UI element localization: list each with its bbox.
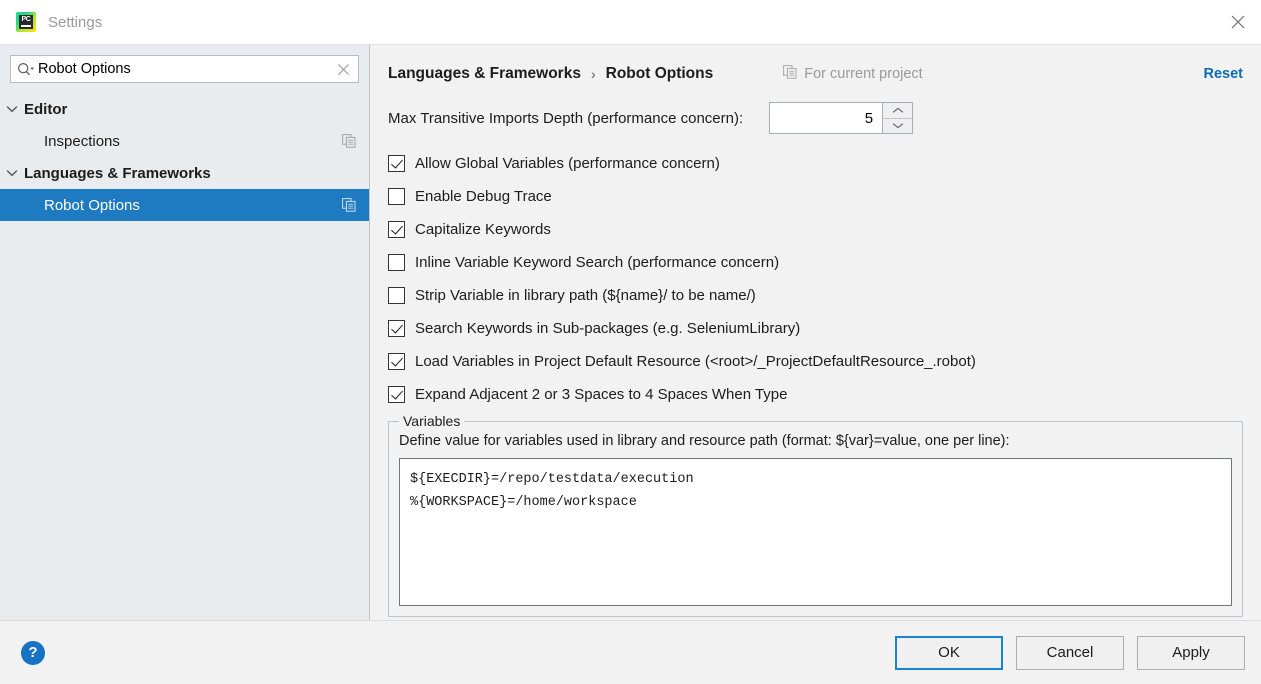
chevron-down-icon[interactable] <box>0 157 24 189</box>
sidebar-item-label: Inspections <box>44 132 120 150</box>
sidebar-item-label: Languages & Frameworks <box>24 164 211 182</box>
for-current-project: For current project <box>783 64 923 84</box>
checkbox-row-enable-debug-trace[interactable]: Enable Debug Trace <box>388 180 1243 213</box>
checkbox-label: Search Keywords in Sub-packages (e.g. Se… <box>415 320 801 337</box>
checkbox-row-inline-variable-keyword-search[interactable]: Inline Variable Keyword Search (performa… <box>388 246 1243 279</box>
apply-button[interactable]: Apply <box>1137 635 1245 670</box>
max-transitive-imports-depth-label: Max Transitive Imports Depth (performanc… <box>388 109 744 127</box>
reset-link[interactable]: Reset <box>1204 66 1244 82</box>
window-title: Settings <box>48 13 103 31</box>
checkbox-label: Strip Variable in library path (${name}/… <box>415 287 756 304</box>
for-current-project-label: For current project <box>804 66 923 82</box>
sidebar-item-label: Robot Options <box>44 196 140 214</box>
breadcrumb-separator: › <box>590 66 596 82</box>
copy-project-icon <box>341 197 357 213</box>
checkbox-load-variables-in-project-default-resource[interactable] <box>388 353 405 370</box>
checkbox-row-expand-adjacent-spaces[interactable]: Expand Adjacent 2 or 3 Spaces to 4 Space… <box>388 378 1243 411</box>
checkbox-enable-debug-trace[interactable] <box>388 188 405 205</box>
quantity-stepper[interactable] <box>769 102 914 134</box>
search-container <box>0 55 369 91</box>
search-box[interactable] <box>10 55 359 83</box>
help-icon[interactable]: ? <box>21 640 45 665</box>
checkbox-expand-adjacent-spaces[interactable] <box>388 386 405 403</box>
max-transitive-imports-depth-input[interactable] <box>770 103 883 133</box>
robot-options-checkbox-list: Allow Global Variables (performance conc… <box>388 147 1243 411</box>
sidebar-item-label: Editor <box>24 100 68 118</box>
chevron-down-icon[interactable] <box>883 117 913 133</box>
title-bar: PC Settings <box>0 0 1261 44</box>
variables-group-title: Variables <box>399 413 465 429</box>
variables-textarea[interactable]: ${EXECDIR}=/repo/testdata/execution %{WO… <box>399 458 1232 606</box>
breadcrumb-current: Robot Options <box>605 65 714 82</box>
settings-window: PC Settings Robot Options Editor Inspect… <box>0 0 1261 684</box>
window-body: Editor Inspections <box>0 44 1261 620</box>
max-transitive-imports-depth-row: Max Transitive Imports Depth (performanc… <box>388 101 1243 135</box>
variables-group: Variables Define value for variables use… <box>388 413 1243 617</box>
checkbox-strip-variable-in-library-path[interactable] <box>388 287 405 304</box>
checkbox-label: Allow Global Variables (performance conc… <box>415 155 720 172</box>
checkbox-allow-global-variables[interactable] <box>388 155 405 172</box>
search-icon[interactable] <box>17 59 37 79</box>
pycharm-icon: PC <box>16 12 36 32</box>
checkbox-row-capitalize-keywords[interactable]: Capitalize Keywords <box>388 213 1243 246</box>
checkbox-inline-variable-keyword-search[interactable] <box>388 254 405 271</box>
variables-group-description: Define value for variables used in libra… <box>399 433 1010 449</box>
checkbox-label: Expand Adjacent 2 or 3 Spaces to 4 Space… <box>415 386 788 403</box>
chevron-up-icon[interactable] <box>883 103 913 118</box>
checkbox-label: Enable Debug Trace <box>415 188 552 205</box>
ok-button[interactable]: OK <box>895 635 1003 670</box>
stepper-buttons <box>882 103 913 133</box>
checkbox-row-allow-global-variables[interactable]: Allow Global Variables (performance conc… <box>388 147 1243 180</box>
breadcrumb: Languages & Frameworks › Robot Options F… <box>388 61 1243 87</box>
settings-sidebar: Editor Inspections <box>0 45 370 620</box>
clear-icon[interactable] <box>334 60 352 78</box>
checkbox-capitalize-keywords[interactable] <box>388 221 405 238</box>
checkbox-label: Load Variables in Project Default Resour… <box>415 353 976 370</box>
pycharm-icon-glyph: PC <box>19 15 33 29</box>
settings-tree: Editor Inspections Languages & Framework… <box>0 91 369 221</box>
checkbox-label: Inline Variable Keyword Search (performa… <box>415 254 780 271</box>
sidebar-item-inspections[interactable]: Inspections <box>0 125 369 157</box>
search-input[interactable] <box>37 58 334 80</box>
checkbox-search-keywords-in-sub-packages[interactable] <box>388 320 405 337</box>
checkbox-row-strip-variable-in-library-path[interactable]: Strip Variable in library path (${name}/… <box>388 279 1243 312</box>
dialog-buttons: OK Cancel Apply <box>895 635 1245 670</box>
close-icon[interactable] <box>1215 0 1261 44</box>
checkbox-row-load-variables-in-project-default-resource[interactable]: Load Variables in Project Default Resour… <box>388 345 1243 378</box>
dialog-footer: ? OK Cancel Apply <box>0 620 1261 684</box>
chevron-down-icon[interactable] <box>0 93 24 125</box>
copy-project-icon <box>341 133 357 149</box>
settings-main-panel: Languages & Frameworks › Robot Options F… <box>370 45 1261 620</box>
copy-project-icon <box>783 64 797 84</box>
cancel-button[interactable]: Cancel <box>1016 635 1124 670</box>
sidebar-item-editor[interactable]: Editor <box>0 93 369 125</box>
checkbox-label: Capitalize Keywords <box>415 221 551 238</box>
checkbox-row-search-keywords-in-sub-packages[interactable]: Search Keywords in Sub-packages (e.g. Se… <box>388 312 1243 345</box>
sidebar-item-robot-options[interactable]: Robot Options <box>0 189 369 221</box>
breadcrumb-parent[interactable]: Languages & Frameworks <box>388 65 581 83</box>
sidebar-item-languages-frameworks[interactable]: Languages & Frameworks <box>0 157 369 189</box>
